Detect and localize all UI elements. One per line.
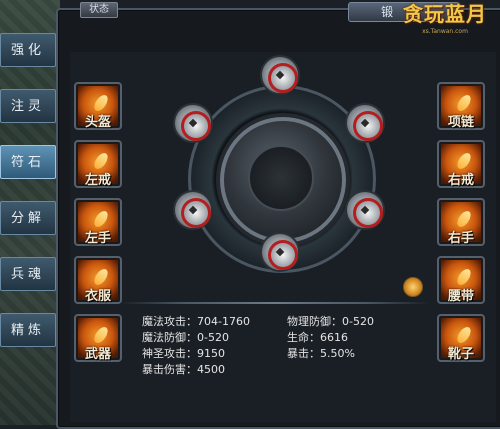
- rune-socket-icon[interactable]: [173, 103, 213, 143]
- stat-value: 6616: [320, 331, 348, 344]
- stat-value: 704-1760: [197, 315, 250, 328]
- slot-label: 左手: [84, 231, 111, 246]
- gold-coin-icon[interactable]: [403, 277, 423, 297]
- slot-label: 腰带: [447, 289, 474, 304]
- stat-label: 物理防御：: [287, 315, 342, 328]
- slot-label: 项链: [447, 115, 474, 130]
- status-tab[interactable]: 状态: [80, 2, 118, 18]
- stat-value: 4500: [197, 363, 225, 376]
- stat-physical-defense: 物理防御：0-520: [287, 314, 374, 330]
- menu-item-runestone[interactable]: 符石: [0, 145, 56, 179]
- rune-socket-icon[interactable]: [260, 55, 300, 95]
- rune-dial-core: [220, 117, 346, 243]
- menu-item-strengthen[interactable]: 强化: [0, 33, 56, 67]
- slot-belt[interactable]: 腰带: [437, 256, 485, 304]
- slot-label: 左戒: [84, 173, 111, 188]
- stat-label: 神圣攻击：: [142, 347, 197, 360]
- corner-number: 3: [2, 0, 9, 3]
- stats-panel: 魔法攻击：704-1760 物理防御：0-520 魔法防御：0-520 生命：6…: [142, 314, 442, 382]
- slot-label: 武器: [84, 347, 111, 362]
- slot-right-hand[interactable]: 右手: [437, 198, 485, 246]
- rune-socket-icon[interactable]: [345, 190, 385, 230]
- stat-holy-attack: 神圣攻击：9150: [142, 346, 225, 362]
- slot-label: 右戒: [447, 173, 474, 188]
- menu-item-decompose[interactable]: 分解: [0, 201, 56, 235]
- stat-hp: 生命：6616: [287, 330, 348, 346]
- menu-item-spirit[interactable]: 注灵: [0, 89, 56, 123]
- slot-armor[interactable]: 衣服: [74, 256, 122, 304]
- stat-value: 5.50%: [320, 347, 355, 360]
- stat-magic-attack: 魔法攻击：704-1760: [142, 314, 250, 330]
- stat-crit: 暴击：5.50%: [287, 346, 355, 362]
- logo-title: 贪玩蓝月: [403, 2, 487, 26]
- rune-socket-icon[interactable]: [260, 232, 300, 272]
- slot-label: 靴子: [447, 347, 474, 362]
- slot-label: 头盔: [84, 115, 111, 130]
- slot-necklace[interactable]: 项链: [437, 82, 485, 130]
- stat-label: 暴击伤害：: [142, 363, 197, 376]
- rune-socket-icon[interactable]: [345, 103, 385, 143]
- slot-weapon[interactable]: 武器: [74, 314, 122, 362]
- slot-label: 衣服: [84, 289, 111, 304]
- slot-helmet[interactable]: 头盔: [74, 82, 122, 130]
- stat-label: 魔法攻击：: [142, 315, 197, 328]
- stat-label: 魔法防御：: [142, 331, 197, 344]
- stat-value: 9150: [197, 347, 225, 360]
- slot-right-ring[interactable]: 右戒: [437, 140, 485, 188]
- slot-left-ring[interactable]: 左戒: [74, 140, 122, 188]
- menu-item-weapon-soul[interactable]: 兵魂: [0, 257, 56, 291]
- slot-label: 右手: [447, 231, 474, 246]
- stat-label: 生命：: [287, 331, 320, 344]
- stat-value: 0-520: [197, 331, 229, 344]
- game-logo: 贪玩蓝月 xs.Tanwan.com: [390, 0, 500, 46]
- slot-boots[interactable]: 靴子: [437, 314, 485, 362]
- stat-magic-defense: 魔法防御：0-520: [142, 330, 229, 346]
- divider: [120, 302, 430, 304]
- stat-value: 0-520: [342, 315, 374, 328]
- logo-url: xs.Tanwan.com: [422, 28, 468, 35]
- stat-crit-damage: 暴击伤害：4500: [142, 362, 225, 378]
- menu-item-refine[interactable]: 精炼: [0, 313, 56, 347]
- stat-label: 暴击：: [287, 347, 320, 360]
- rune-socket-icon[interactable]: [173, 190, 213, 230]
- slot-left-hand[interactable]: 左手: [74, 198, 122, 246]
